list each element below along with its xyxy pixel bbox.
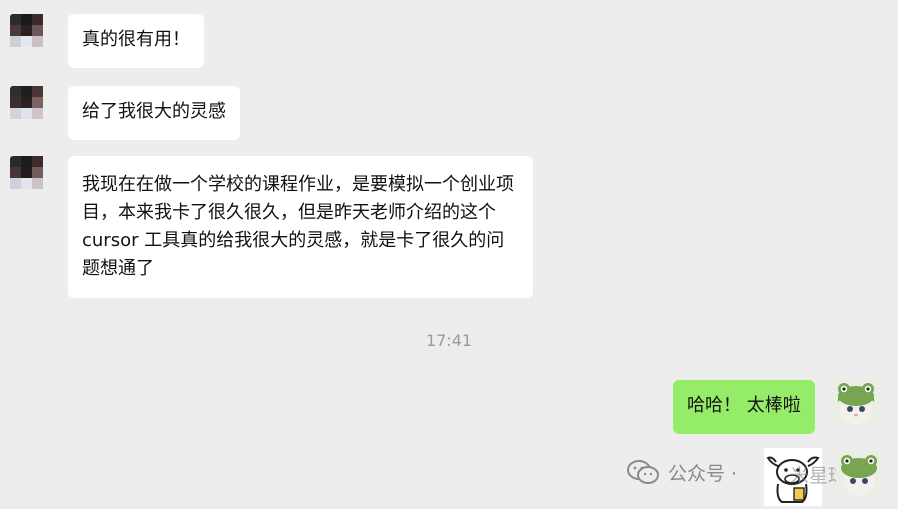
- message-text: 我现在在做一个学校的课程作业，是要模拟一个创业项目，本来我卡了很久很久，但是昨天…: [82, 174, 514, 279]
- message-row: 给了我很大的灵感: [10, 86, 240, 140]
- avatar[interactable]: [10, 14, 54, 58]
- message-bubble[interactable]: 给了我很大的灵感: [68, 86, 240, 140]
- message-text: 真的很有用！: [82, 29, 190, 50]
- watermark: 公众号 ·: [626, 458, 737, 486]
- watermark-label: 公众号 ·: [668, 462, 738, 485]
- frog-cat-avatar-icon: [832, 380, 879, 426]
- avatar-self-secondary[interactable]: [836, 452, 882, 498]
- message-row: 我现在在做一个学校的课程作业，是要模拟一个创业项目，本来我卡了很久很久，但是昨天…: [10, 156, 533, 298]
- frog-cat-avatar-icon: [836, 452, 882, 498]
- avatar[interactable]: [10, 86, 54, 130]
- message-row-outgoing: 哈哈！ 太棒啦: [673, 380, 879, 434]
- message-bubble-outgoing[interactable]: 哈哈！ 太棒啦: [673, 380, 815, 434]
- message-bubble[interactable]: 真的很有用！: [68, 14, 204, 68]
- chat-timestamp: 17:41: [425, 331, 473, 350]
- wechat-official-account-icon: [627, 460, 659, 484]
- message-text: 哈哈！ 太棒啦: [687, 395, 801, 416]
- avatar[interactable]: [10, 156, 54, 200]
- message-bubble[interactable]: 我现在在做一个学校的课程作业，是要模拟一个创业项目，本来我卡了很久很久，但是昨天…: [68, 156, 533, 298]
- avatar-self[interactable]: [832, 380, 879, 426]
- message-row: 真的很有用！: [10, 14, 204, 68]
- message-text: 给了我很大的灵感: [82, 101, 226, 122]
